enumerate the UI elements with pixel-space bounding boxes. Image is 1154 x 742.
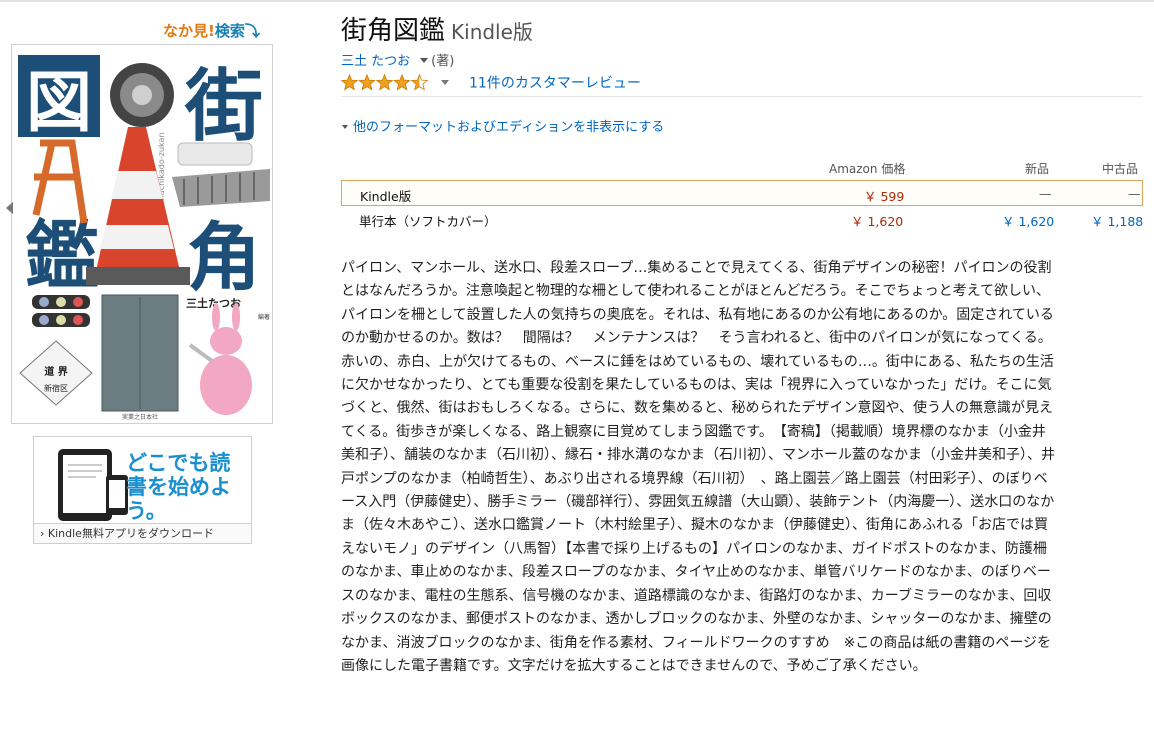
- formats-table-header: Amazon 価格 新品 中古品: [341, 154, 1143, 180]
- chevron-left-icon[interactable]: [6, 202, 13, 214]
- cover-title-char-2: 街: [184, 62, 263, 152]
- look-inside-link[interactable]: なか見!検索⤵: [163, 20, 260, 41]
- cover-sign-main: 道 界: [44, 365, 67, 378]
- book-cover-art: 図 街 鑑 角 machikado-zukan 実業之日本社 三土たつお 編著: [12, 45, 272, 423]
- format-name: 単行本（ソフトカバー）: [359, 214, 497, 229]
- product-title: 街角図鑑: [341, 16, 446, 46]
- product-description: パイロン、マンホール、送水口、段差スロープ…集めることで見えてくる、街角デザイン…: [341, 260, 1055, 674]
- format-used-price[interactable]: ￥ 1,188: [1091, 211, 1143, 230]
- star-4: [393, 73, 411, 91]
- kindle-app-ad[interactable]: どこでも読書を始めよう。 › Kindle無料アプリをダウンロード: [33, 436, 252, 544]
- header-new: 新品: [1025, 162, 1050, 176]
- cover-role: 編著: [258, 313, 270, 321]
- format-amazon-price: ￥ 599: [864, 189, 905, 204]
- format-new-price: —: [1039, 186, 1052, 201]
- star-rating-icon[interactable]: [341, 73, 431, 92]
- format-row-softcover[interactable]: 単行本（ソフトカバー） ￥ 1,620 ￥ 1,620 ￥ 1,188: [341, 206, 1143, 232]
- star-5: [410, 73, 429, 91]
- rating-dropdown-icon[interactable]: [441, 80, 449, 85]
- section-divider: [341, 96, 1143, 97]
- rabbit-figure-illustration: [200, 355, 252, 415]
- kindle-download-link[interactable]: › Kindle無料アプリをダウンロード: [34, 523, 251, 543]
- curb-block-illustration: [177, 142, 253, 166]
- format-used-price: —: [1128, 186, 1141, 201]
- top-border: [0, 0, 1154, 2]
- rating-row: 11件のカスタマーレビュー: [341, 72, 641, 92]
- star-1: [341, 73, 359, 91]
- cover-title-char-4: 角: [187, 215, 261, 301]
- chevron-right-icon: ›: [40, 527, 45, 540]
- look-inside-label-2: 検索: [214, 22, 245, 40]
- format-name: Kindle版: [360, 189, 412, 204]
- kindle-download-label: Kindle無料アプリをダウンロード: [47, 527, 214, 540]
- star-2: [358, 73, 376, 91]
- header-amazon-price: Amazon 価格: [829, 162, 906, 176]
- curved-arrow-icon: ⤵: [244, 22, 260, 40]
- product-format: Kindle版: [451, 20, 533, 44]
- author-link[interactable]: 三土 たつお: [341, 54, 410, 69]
- byline: 三土 たつお (著): [341, 50, 454, 69]
- author-dropdown-icon[interactable]: [420, 58, 429, 63]
- formats-toggle-label: 他のフォーマットおよびエディションを非表示にする: [353, 120, 665, 135]
- cover-sign-sub: 新宿区: [44, 383, 68, 393]
- cover-publisher: 実業之日本社: [122, 413, 158, 421]
- formats-table: Amazon 価格 新品 中古品 Kindle版 ￥ 599 — — 単行本（ソ…: [341, 154, 1143, 232]
- author-role: (著): [431, 54, 455, 69]
- book-cover-image[interactable]: 図 街 鑑 角 machikado-zukan 実業之日本社 三土たつお 編著: [11, 44, 273, 424]
- format-amazon-price: ￥ 1,620: [851, 214, 904, 229]
- product-title-block: 街角図鑑 Kindle版: [341, 10, 533, 47]
- cover-title-char-1: 図: [26, 64, 92, 141]
- formats-toggle-link[interactable]: 他のフォーマットおよびエディションを非表示にする: [341, 116, 664, 135]
- format-row-kindle[interactable]: Kindle版 ￥ 599 — —: [341, 180, 1143, 206]
- kindle-ad-headline: どこでも読書を始めよう。: [126, 451, 231, 523]
- cover-title-char-3: 鑑: [25, 213, 99, 299]
- customer-reviews-link[interactable]: 11件のカスタマーレビュー: [469, 76, 641, 92]
- header-used: 中古品: [1102, 162, 1139, 176]
- star-3: [375, 73, 394, 91]
- look-inside-label-1: なか見!: [163, 22, 215, 40]
- triangle-down-icon: [342, 125, 348, 129]
- format-new-price[interactable]: ￥ 1,620: [1002, 211, 1054, 230]
